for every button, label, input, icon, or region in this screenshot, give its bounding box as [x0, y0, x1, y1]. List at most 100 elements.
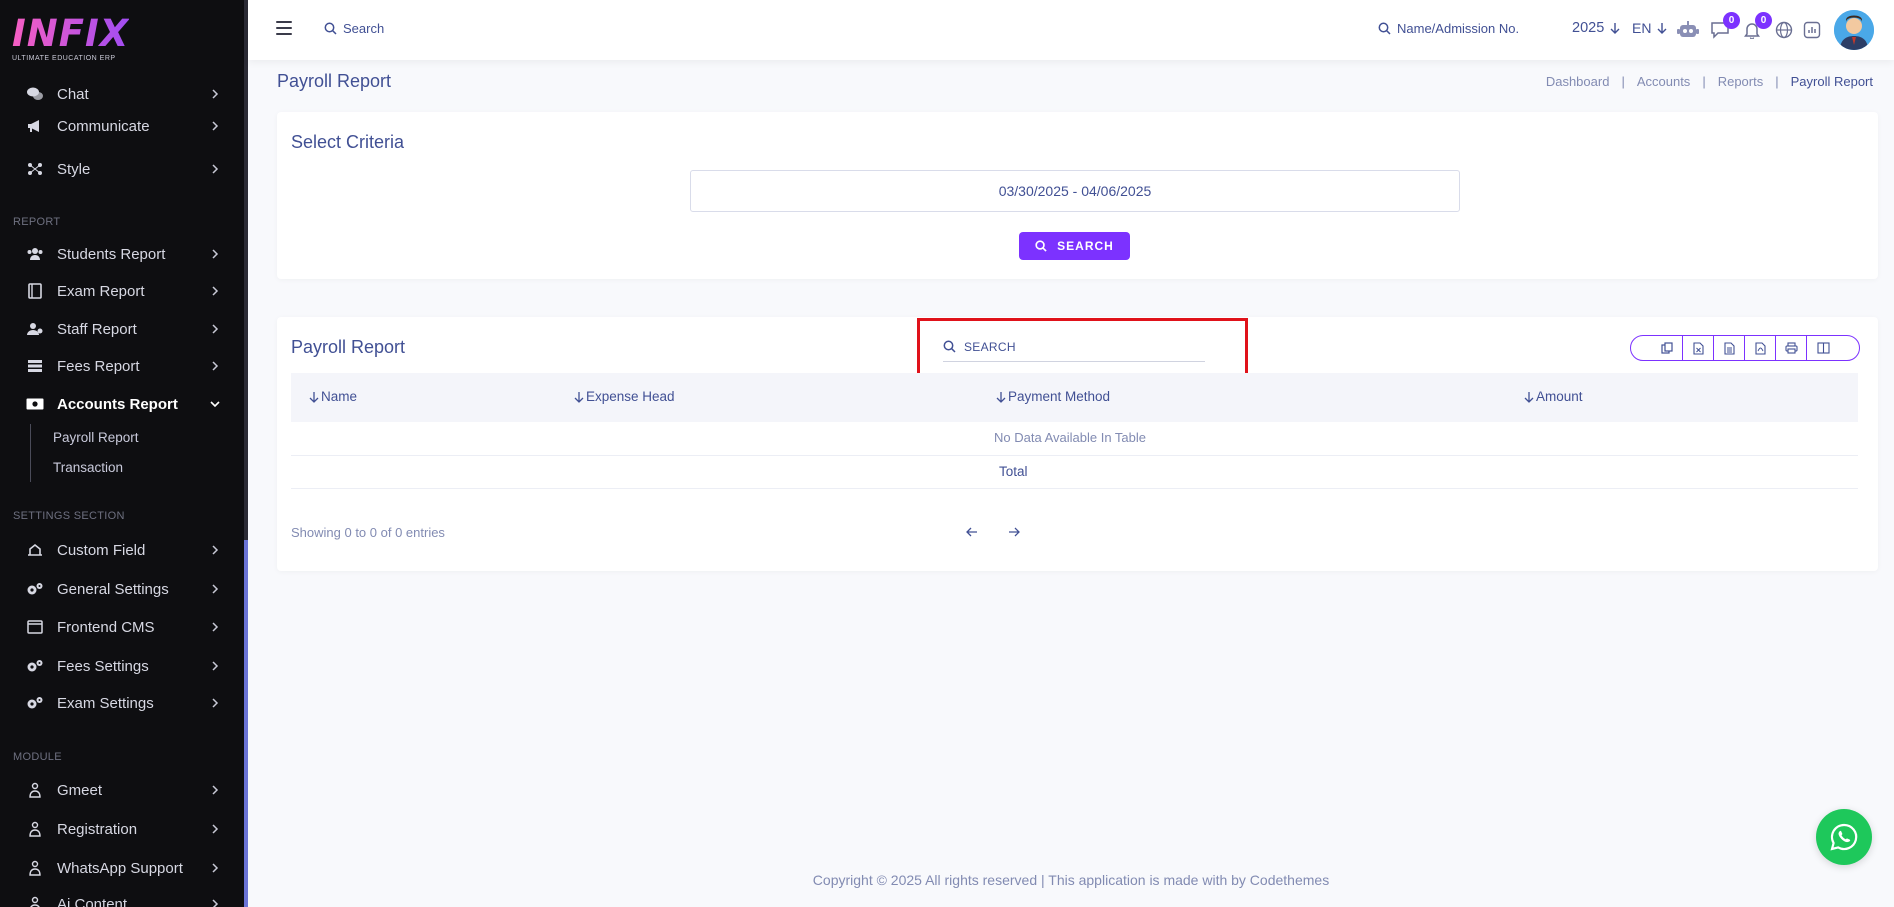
sidebar-item-label: Style: [57, 160, 91, 178]
sidebar-item-label: Ai Content: [57, 895, 128, 907]
column-header-expense-head[interactable]: Expense Head: [574, 389, 675, 404]
table-search-input[interactable]: SEARCH: [943, 332, 1205, 362]
columns-button[interactable]: [1807, 336, 1859, 360]
module-icon: [25, 821, 45, 837]
arrow-down-icon: [1657, 23, 1667, 34]
export-button-group: [1630, 335, 1860, 361]
chevron-right-icon: [212, 785, 219, 795]
student-search-placeholder: Name/Admission No.: [1397, 21, 1520, 36]
sidebar-item-label: Exam Settings: [57, 694, 154, 712]
style-icon: [25, 161, 45, 177]
ai-robot-button[interactable]: [1676, 18, 1700, 42]
user-avatar[interactable]: [1834, 10, 1874, 50]
sort-arrow-icon: [1524, 391, 1534, 403]
copy-button[interactable]: [1631, 336, 1683, 360]
sidebar-item-fees-settings[interactable]: Fees Settings: [0, 650, 244, 682]
chevron-right-icon: [212, 324, 219, 334]
chevron-right-icon: [212, 164, 219, 174]
sidebar-item-accounts-report[interactable]: Accounts Report: [0, 388, 244, 420]
sidebar-item-general-settings[interactable]: General Settings: [0, 573, 244, 605]
pdf-button[interactable]: [1745, 336, 1776, 360]
menu-toggle-button[interactable]: [276, 21, 292, 35]
column-header-label: Expense Head: [586, 389, 675, 404]
sidebar-item-staff-report[interactable]: Staff Report: [0, 313, 244, 345]
column-header-label: Name: [321, 389, 358, 404]
footer-copyright: Copyright © 2025 All rights reserved | T…: [812, 872, 1330, 888]
total-label: Total: [999, 464, 1028, 479]
breadcrumb-dashboard[interactable]: Dashboard: [1546, 74, 1610, 89]
student-search-input[interactable]: Name/Admission No.: [1378, 21, 1519, 36]
gears-icon: [25, 658, 45, 674]
chevron-right-icon: [212, 121, 219, 131]
logo[interactable]: INFIX ULTIMATE EDUCATION ERP: [12, 12, 130, 63]
sidebar-subitem-payroll-report[interactable]: Payroll Report: [53, 430, 139, 445]
previous-page-button[interactable]: [964, 524, 980, 540]
sidebar-item-label: Fees Report: [57, 357, 140, 375]
notifications-button[interactable]: 0: [1740, 12, 1772, 42]
scrollbar-thumb[interactable]: [244, 540, 248, 907]
csv-button[interactable]: [1714, 336, 1745, 360]
gears-icon: [25, 581, 45, 597]
sidebar-item-label: Exam Report: [57, 282, 145, 300]
whatsapp-button[interactable]: [1816, 809, 1872, 865]
module-icon: [25, 860, 45, 876]
arrow-down-icon: [1610, 23, 1620, 34]
chevron-right-icon: [212, 622, 219, 632]
sidebar-item-whatsapp-support[interactable]: WhatsApp Support: [0, 852, 244, 884]
table-header: Name Expense Head Payment Method Amount: [291, 373, 1858, 422]
breadcrumb-reports[interactable]: Reports: [1718, 74, 1764, 89]
column-header-label: Amount: [1536, 389, 1583, 404]
row-divider: [291, 455, 1858, 456]
column-header-amount[interactable]: Amount: [1524, 389, 1583, 404]
globe-icon: [1775, 21, 1793, 39]
global-search-input[interactable]: Search: [324, 21, 384, 36]
section-label-report: REPORT: [13, 216, 61, 228]
sidebar-item-style[interactable]: Style: [0, 153, 244, 185]
sidebar-item-label: Custom Field: [57, 541, 146, 559]
sort-arrow-icon: [996, 391, 1006, 403]
excel-icon: [1692, 341, 1704, 355]
messages-button[interactable]: 0: [1708, 12, 1740, 42]
arrow-left-icon: [966, 527, 977, 537]
column-header-label: Payment Method: [1008, 389, 1111, 404]
breadcrumb-accounts[interactable]: Accounts: [1637, 74, 1690, 89]
criteria-title: Select Criteria: [291, 132, 405, 152]
sidebar-item-custom-field[interactable]: Custom Field: [0, 534, 244, 566]
robot-icon: [1677, 21, 1699, 37]
empty-table-message: No Data Available In Table: [994, 430, 1147, 445]
chevron-right-icon: [212, 361, 219, 371]
academic-year-select[interactable]: 2025: [1572, 20, 1620, 36]
print-button[interactable]: [1776, 336, 1807, 360]
language-select[interactable]: EN: [1632, 20, 1667, 36]
book-icon: [25, 283, 45, 299]
chevron-right-icon: [212, 661, 219, 671]
search-placeholder: Search: [343, 21, 385, 36]
sidebar-item-communicate[interactable]: Communicate: [0, 110, 244, 142]
column-header-name[interactable]: Name: [309, 389, 357, 404]
reports-button[interactable]: [1800, 18, 1824, 42]
logo-text: INFIX: [12, 12, 130, 55]
chevron-right-icon: [212, 286, 219, 296]
sidebar-item-chat[interactable]: Chat: [0, 78, 244, 110]
sidebar-item-fees-report[interactable]: Fees Report: [0, 350, 244, 382]
date-range-input[interactable]: 03/30/2025 - 04/06/2025: [690, 170, 1460, 212]
sidebar-item-gmeet[interactable]: Gmeet: [0, 774, 244, 806]
sidebar-item-label: Accounts Report: [57, 395, 178, 413]
excel-button[interactable]: [1683, 336, 1714, 360]
row-divider: [291, 488, 1858, 489]
entries-info: Showing 0 to 0 of 0 entries: [291, 525, 445, 540]
sidebar-item-frontend-cms[interactable]: Frontend CMS: [0, 611, 244, 643]
sidebar-item-label: Gmeet: [57, 781, 103, 799]
top-bar: Search Name/Admission No. 2025 EN 0 0: [248, 0, 1894, 60]
next-page-button[interactable]: [1006, 524, 1022, 540]
column-header-payment-method[interactable]: Payment Method: [996, 389, 1110, 404]
sidebar-item-exam-settings[interactable]: Exam Settings: [0, 687, 244, 719]
sidebar-item-exam-report[interactable]: Exam Report: [0, 275, 244, 307]
search-button[interactable]: SEARCH: [1019, 232, 1130, 260]
website-button[interactable]: [1772, 18, 1796, 42]
sidebar-item-registration[interactable]: Registration: [0, 813, 244, 845]
sidebar-item-ai-content[interactable]: Ai Content: [0, 888, 244, 907]
sidebar-item-students-report[interactable]: Students Report: [0, 238, 244, 270]
sidebar-scrollbar[interactable]: [244, 0, 248, 907]
sidebar-subitem-transaction[interactable]: Transaction: [53, 460, 123, 475]
